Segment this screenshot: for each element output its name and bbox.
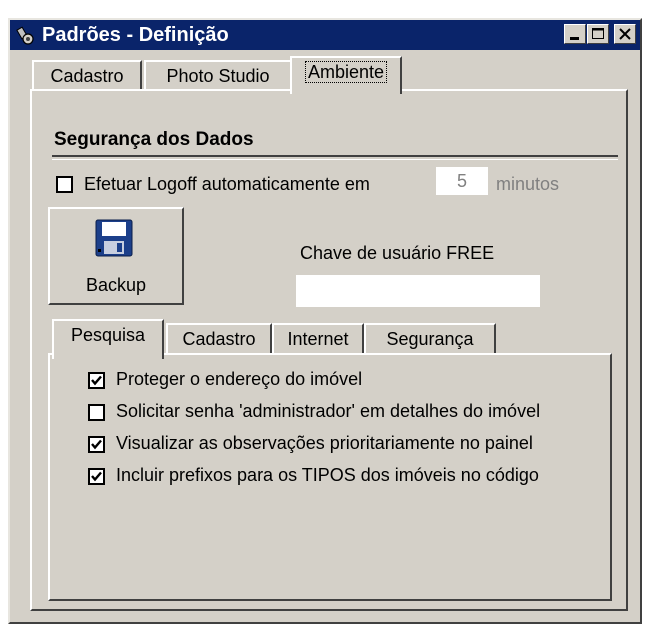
pesquisa-panel: Proteger o endereço do imóvel Solicitar s… xyxy=(48,353,612,601)
close-icon xyxy=(619,28,631,40)
option-label: Proteger o endereço do imóvel xyxy=(116,369,363,389)
option-label: Solicitar senha 'administrador' em detal… xyxy=(116,401,541,421)
option-checkbox[interactable] xyxy=(88,404,105,421)
window-title: Padrões - Definição xyxy=(42,24,229,46)
tab-label: Ambiente xyxy=(304,61,388,83)
option-label: Incluir prefixos para os TIPOS dos imóve… xyxy=(116,465,539,485)
option-checkbox[interactable] xyxy=(88,468,105,485)
backup-label: Backup xyxy=(85,275,147,295)
checkmark-icon xyxy=(91,471,102,482)
checkmark-icon xyxy=(91,375,102,386)
logoff-label: Efetuar Logoff automaticamente em xyxy=(84,174,370,194)
section-divider xyxy=(52,155,618,160)
minimize-button[interactable] xyxy=(564,24,586,44)
backup-button[interactable]: Backup xyxy=(48,207,184,305)
option-label: Visualizar as observações prioritariamen… xyxy=(116,433,533,453)
minimize-icon xyxy=(570,37,579,40)
logoff-minutes-input[interactable]: 5 xyxy=(436,167,488,195)
option-checkbox[interactable] xyxy=(88,436,105,453)
subtab-seguranca[interactable]: Segurança xyxy=(364,323,496,353)
subtab-internet[interactable]: Internet xyxy=(272,323,364,353)
user-key-label: Chave de usuário FREE xyxy=(300,243,495,263)
checkmark-icon xyxy=(91,439,102,450)
tab-photo-studio[interactable]: Photo Studio xyxy=(144,60,292,90)
ambiente-panel: Segurança dos Dados Efetuar Logoff autom… xyxy=(30,89,628,611)
logoff-checkbox[interactable] xyxy=(56,176,73,193)
subtab-cadastro[interactable]: Cadastro xyxy=(166,323,272,353)
tab-ambiente[interactable]: Ambiente xyxy=(290,56,402,94)
maximize-icon xyxy=(592,28,604,39)
tab-label: Photo Studio xyxy=(166,66,270,86)
close-button[interactable] xyxy=(614,24,636,44)
tab-label: Segurança xyxy=(386,329,474,349)
tab-label: Cadastro xyxy=(182,329,256,349)
subtab-pesquisa[interactable]: Pesquisa xyxy=(52,319,164,359)
title-bar[interactable]: Padrões - Definição xyxy=(10,20,640,50)
app-icon xyxy=(16,25,36,45)
tab-label: Internet xyxy=(287,329,349,349)
tab-label: Pesquisa xyxy=(70,325,146,345)
minutes-label: minutos xyxy=(496,174,560,194)
user-key-input[interactable] xyxy=(296,275,540,307)
tab-cadastro[interactable]: Cadastro xyxy=(32,60,142,90)
dialog-window: Padrões - Definição Cadastro Photo Studi… xyxy=(8,18,642,624)
section-heading: Segurança dos Dados xyxy=(54,129,254,150)
option-checkbox[interactable] xyxy=(88,372,105,389)
maximize-button[interactable] xyxy=(587,24,609,44)
floppy-disk-icon xyxy=(95,219,133,262)
tab-label: Cadastro xyxy=(50,66,124,86)
